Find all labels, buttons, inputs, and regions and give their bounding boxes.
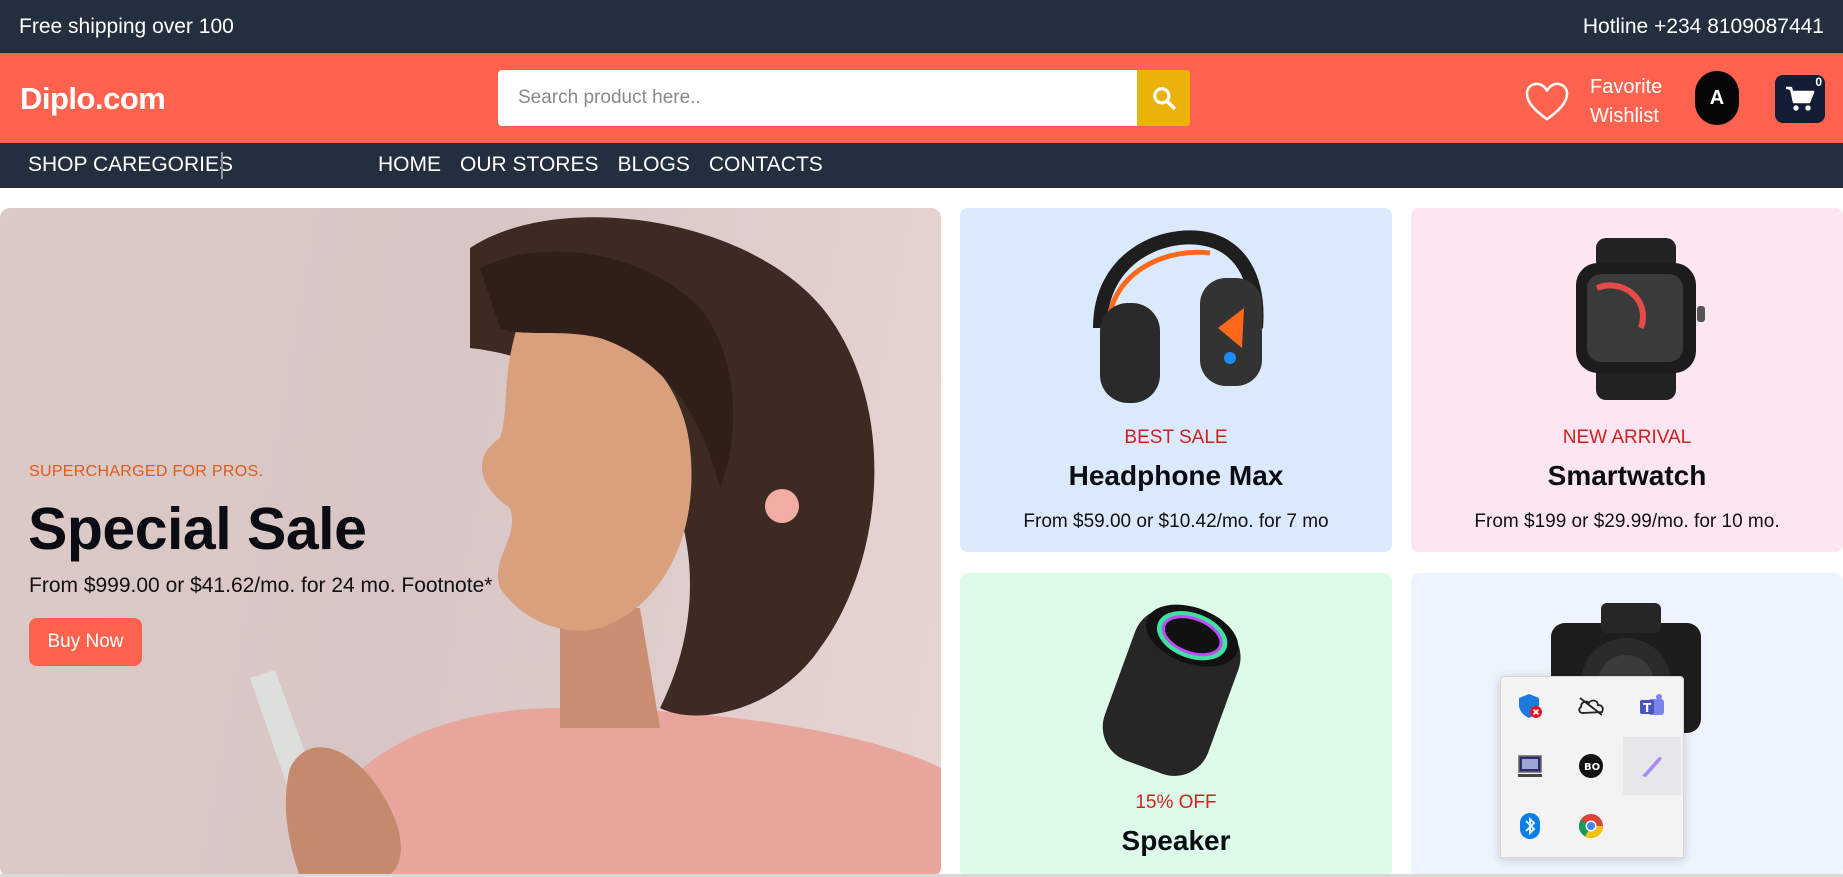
- nav-bar: SHOP CAREGORIES HOME OUR STORES BLOGS CO…: [0, 143, 1843, 188]
- hotline-text: Hotline +234 8109087441: [1582, 14, 1824, 38]
- speaker-icon: [1102, 604, 1241, 776]
- system-tray-popup: T BO: [1500, 676, 1684, 858]
- display-icon: [1518, 755, 1542, 777]
- nav-link-our-stores[interactable]: OUR STORES: [460, 153, 598, 177]
- smartwatch-icon: [1576, 238, 1705, 400]
- product-name: Speaker: [1121, 825, 1231, 856]
- buy-now-button[interactable]: Buy Now: [29, 618, 142, 666]
- nav-divider: [221, 152, 223, 179]
- shop-categories-menu[interactable]: SHOP CAREGORIES: [28, 153, 233, 177]
- wishlist-line1: Favorite: [1590, 76, 1663, 98]
- onedrive-icon: [1578, 697, 1604, 716]
- main-header: Diplo.com Favorite Wishlist A 0: [0, 53, 1843, 143]
- product-name: Headphone Max: [1068, 460, 1284, 491]
- hero-banner: SUPERCHARGED FOR PROS. Special Sale From…: [0, 208, 941, 877]
- nav-link-contacts[interactable]: CONTACTS: [709, 153, 823, 177]
- bluetooth-icon: [1520, 813, 1540, 839]
- tray-item-bang-olufsen[interactable]: BO: [1562, 737, 1620, 795]
- product-card-headphone[interactable]: BEST SALE Headphone Max From $59.00 or $…: [960, 208, 1392, 552]
- wishlist-label: Favorite Wishlist: [1590, 73, 1662, 131]
- product-name: Smartwatch: [1547, 460, 1707, 491]
- product-tag: NEW ARRIVAL: [1562, 427, 1692, 448]
- product-tag: 15% OFF: [1135, 792, 1217, 813]
- cart-icon: [1786, 86, 1815, 111]
- hero-description: From $999.00 or $41.62/mo. for 24 mo. Fo…: [29, 574, 493, 597]
- tray-item-chrome[interactable]: [1562, 797, 1620, 855]
- product-price: From $199 or $29.99/mo. for 10 mo.: [1474, 511, 1780, 532]
- product-tag: BEST SALE: [1124, 427, 1228, 448]
- search-input[interactable]: [498, 70, 1137, 126]
- tray-item-display[interactable]: [1501, 737, 1559, 795]
- svg-text:BO: BO: [1584, 762, 1600, 773]
- heart-icon: [1525, 82, 1569, 121]
- shipping-notice: Free shipping over 100: [19, 14, 234, 38]
- tray-item-defender[interactable]: [1501, 677, 1559, 735]
- nav-link-home[interactable]: HOME: [378, 153, 441, 177]
- teams-icon: T: [1640, 694, 1664, 715]
- hero-title: Special Sale: [28, 496, 367, 562]
- chrome-icon: [1578, 814, 1603, 839]
- nav-link-blogs[interactable]: BLOGS: [617, 153, 689, 177]
- search-button[interactable]: [1137, 70, 1190, 126]
- user-avatar[interactable]: A: [1695, 71, 1739, 125]
- cart-count-badge: 0: [1815, 75, 1822, 89]
- search-bar: [498, 70, 1190, 126]
- nav-links: HOME OUR STORES BLOGS CONTACTS: [378, 153, 823, 177]
- bang-olufsen-icon: BO: [1579, 754, 1603, 778]
- tray-item-onedrive[interactable]: [1562, 677, 1620, 735]
- tray-item-pen[interactable]: [1623, 737, 1681, 795]
- tray-item-teams[interactable]: T: [1623, 677, 1681, 735]
- wishlist-link[interactable]: Favorite Wishlist: [1524, 73, 1662, 131]
- site-logo[interactable]: Diplo.com: [20, 81, 166, 117]
- product-price: From $59.00 or $10.42/mo. for 7 mo: [1023, 511, 1329, 532]
- defender-icon: [1519, 694, 1542, 718]
- hero-eyebrow: SUPERCHARGED FOR PROS.: [29, 463, 264, 480]
- tray-item-bluetooth[interactable]: [1501, 797, 1559, 855]
- search-icon: [1152, 87, 1176, 110]
- product-card-smartwatch[interactable]: NEW ARRIVAL Smartwatch From $199 or $29.…: [1411, 208, 1843, 552]
- headphones-icon: [1093, 230, 1264, 403]
- top-bar: Free shipping over 100 Hotline +234 8109…: [0, 0, 1843, 53]
- svg-text:T: T: [1643, 701, 1652, 715]
- wishlist-line2: Wishlist: [1590, 105, 1659, 127]
- cart-button[interactable]: 0: [1775, 75, 1825, 123]
- pen-icon: [1642, 757, 1662, 777]
- product-card-speaker[interactable]: 15% OFF Speaker: [960, 573, 1392, 877]
